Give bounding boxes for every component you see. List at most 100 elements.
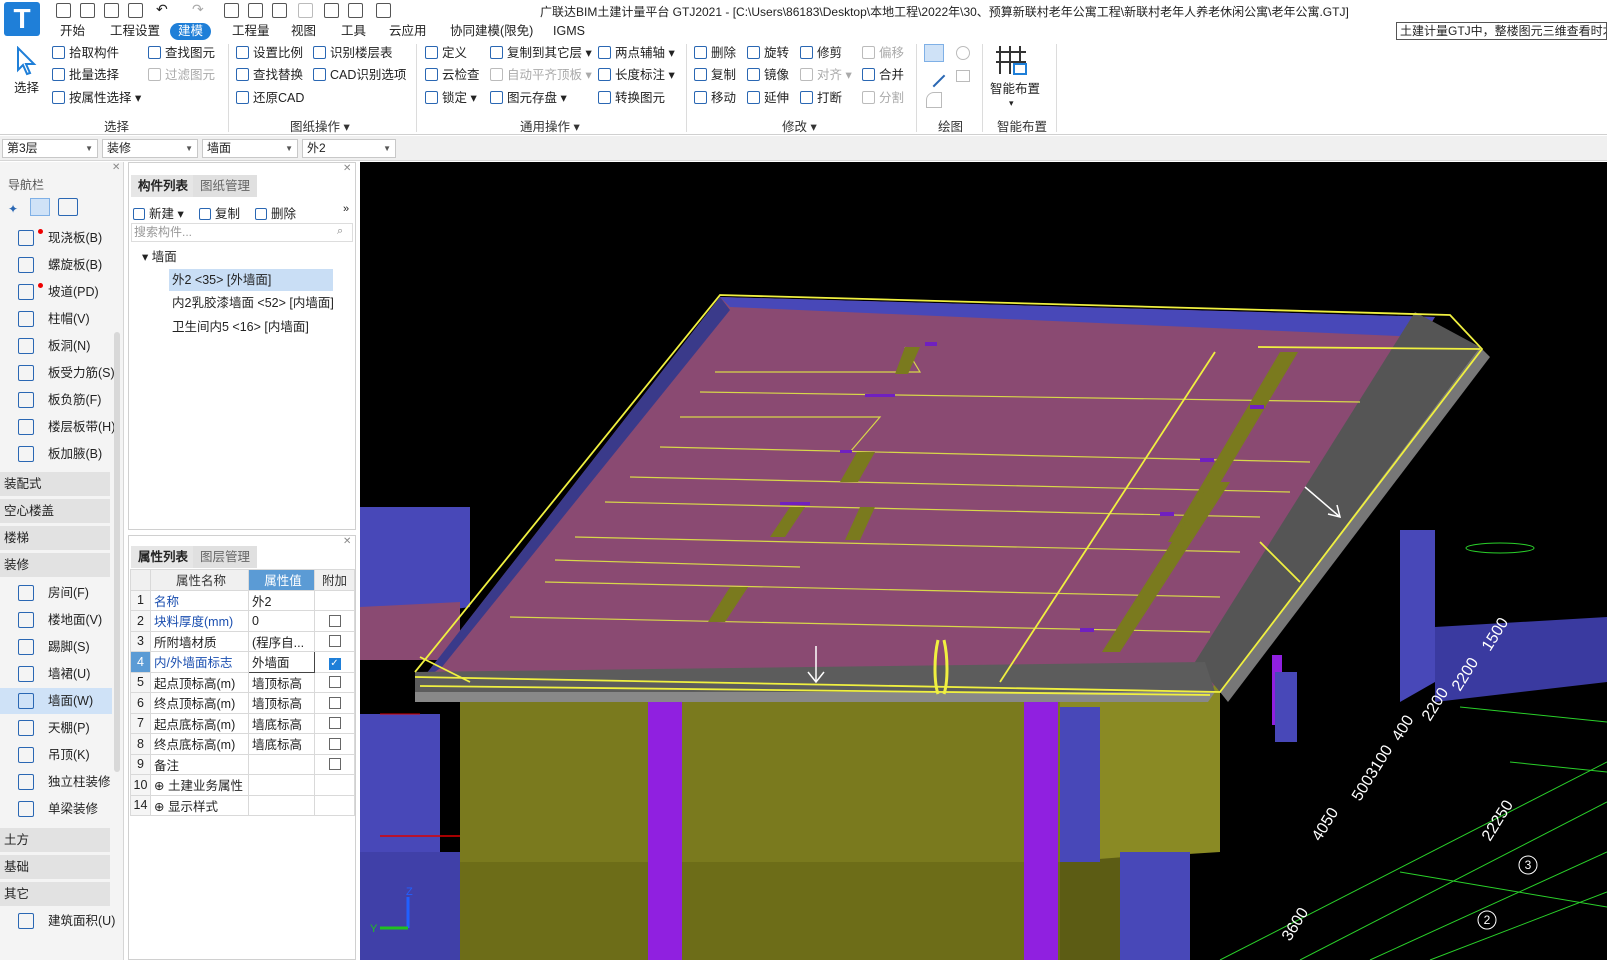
property-value[interactable] [248,794,315,816]
more-icon[interactable]: » [343,203,349,215]
menu-cloud[interactable]: 云应用 [381,23,435,40]
nav-group-prefab[interactable]: 装配式 [0,472,110,496]
menu-modeling[interactable]: 建模 [170,23,212,40]
property-row[interactable]: 7 起点底标高(m) 墙底标高 [130,712,355,734]
copy-to-floor-button[interactable]: 复制到其它层 ▾ [490,44,592,62]
tree-item-toilet5[interactable]: 卫生间内5 <16> [内墙面] [169,316,312,338]
nav-group-foundation[interactable]: 基础 [0,855,110,879]
line-draw-icon[interactable] [922,64,946,88]
batch-select-button[interactable]: 批量选择 [52,66,119,84]
circle-draw-icon[interactable] [956,46,970,60]
delete-component-button[interactable]: 删除 [255,203,296,222]
tab-property-list[interactable]: 属性列表 [131,546,196,568]
tab-drawing-manage[interactable]: 图纸管理 [193,175,258,197]
property-row[interactable]: 4 内/外墙面标志 外墙面 ✓ [130,651,355,673]
nav-item-slab-haunch[interactable]: 板加腋(B) [0,441,112,467]
nav-item-skirting[interactable]: 踢脚(S) [0,634,112,660]
property-row[interactable]: 1 名称 外2 [130,589,355,611]
tree-item-ext2[interactable]: 外2 <35> [外墙面] [169,269,333,291]
tab-layer-manage[interactable]: 图层管理 [193,546,258,568]
close-icon[interactable]: ✕ [343,536,351,547]
copy-component-button[interactable]: 复制 [199,203,240,222]
move-button[interactable]: 移动 [694,89,736,107]
tree-item-int2[interactable]: 内2乳胶漆墙面 <52> [内墙面] [169,292,337,314]
save-as-icon[interactable] [128,3,143,18]
arc-draw-icon[interactable] [926,92,942,108]
two-point-axis-button[interactable]: 两点辅轴 ▾ [598,44,675,62]
summary-icon[interactable] [272,3,287,18]
trim-button[interactable]: 修剪 [800,44,842,62]
tab-component-list[interactable]: 构件列表 [131,175,196,197]
nav-group-stairs[interactable]: 楼梯 [0,526,110,550]
calc-icon[interactable] [298,3,313,18]
chevron-down-icon[interactable]: ▾ [1009,98,1014,109]
nav-item-ceiling[interactable]: 天棚(P) [0,715,112,741]
menu-collab[interactable]: 协同建模(限免) [442,23,541,40]
select-big-icon[interactable] [12,45,42,76]
sum-icon[interactable] [224,3,239,18]
align-button[interactable]: 对齐 ▾ [800,66,852,84]
report-icon[interactable] [248,3,263,18]
extra-checkbox[interactable] [328,737,341,750]
lock-button[interactable]: 锁定 ▾ [425,89,477,107]
export-icon[interactable] [376,3,391,18]
delete-button[interactable]: 删除 [694,44,736,62]
set-scale-button[interactable]: 设置比例 [236,44,303,62]
smart-layout-button[interactable]: 智能布置 [990,80,1040,98]
pin-icon[interactable]: ✦ [8,202,18,216]
property-row[interactable]: 3 所附墙材质 (程序自... [130,630,355,652]
nav-item-column-finish[interactable]: 独立柱装修 [0,769,112,795]
open-file-icon[interactable] [80,3,95,18]
search-icon[interactable]: ⌕ [337,225,343,238]
menu-project-settings[interactable]: 工程设置 [102,23,168,40]
find-element-button[interactable]: 查找图元 [148,44,215,62]
redo-icon[interactable]: ↷ [192,1,204,18]
nav-item-neg-rebar[interactable]: 板负筋(F) [0,387,112,413]
nav-item-room[interactable]: 房间(F) [0,580,112,606]
list-view-icon[interactable] [30,198,50,216]
nav-item-slab-rebar[interactable]: 板受力筋(S) [0,360,115,386]
property-value[interactable] [248,753,315,775]
nav-item-floor[interactable]: 楼地面(V) [0,607,112,633]
nav-item-dado[interactable]: 墙裙(U) [0,661,112,687]
nav-item-spiral-slab[interactable]: 螺旋板(B) [0,252,112,278]
nav-group-earthwork[interactable]: 土方 [0,828,110,852]
nav-item-slab-hole[interactable]: 板洞(N) [0,333,112,359]
property-row[interactable]: 8 终点底标高(m) 墙底标高 [130,733,355,755]
extra-checkbox[interactable] [328,614,341,627]
property-value[interactable]: 墙顶标高 [248,671,315,693]
rotate-button[interactable]: 旋转 [747,44,789,62]
property-value[interactable]: 墙底标高 [248,712,315,734]
menu-tools[interactable]: 工具 [333,23,374,40]
extend-button[interactable]: 延伸 [747,89,789,107]
pick-component-button[interactable]: 拾取构件 [52,44,119,62]
smart-layout-icon[interactable] [996,44,1028,76]
mirror-button[interactable]: 镜像 [747,66,789,84]
property-value[interactable]: 外墙面 [248,651,315,673]
element-save-button[interactable]: 图元存盘 ▾ [490,89,567,107]
cloud-check-button[interactable]: 云检查 [425,66,480,84]
nav-group-other[interactable]: 其它 [0,882,110,906]
nav-item-suspended-ceiling[interactable]: 吊顶(K) [0,742,112,768]
extra-checkbox[interactable] [328,696,341,709]
filter-element-button[interactable]: 过滤图元 [148,66,215,84]
nav-item-wall-surface[interactable]: 墙面(W) [0,688,112,714]
extra-checkbox[interactable] [328,635,341,648]
type-select[interactable]: 墙面 ▼ [202,139,298,158]
extra-checkbox[interactable] [328,717,341,730]
3d-model-canvas[interactable]: 4050 5003100 400 2200 2200 1500 22250 36… [360,162,1607,960]
property-value[interactable] [248,774,315,796]
nav-item-cast-slab[interactable]: 现浇板(B) [0,225,112,251]
view-icon[interactable] [324,3,339,18]
nav-scrollbar[interactable] [114,332,120,772]
tree-view-icon[interactable] [58,198,78,216]
tree-root-wall-surface[interactable]: ▾ 墙面 [139,246,180,268]
menu-quantity[interactable]: 工程量 [224,23,278,40]
point-draw-icon[interactable] [924,44,944,62]
group-drawing-label[interactable]: 图纸操作 ▾ [290,116,350,135]
component-select[interactable]: 外2 ▼ [302,139,396,158]
rect-draw-icon[interactable] [956,70,970,82]
floor-select[interactable]: 第3层 ▼ [2,139,98,158]
auto-align-button[interactable]: 自动平齐顶板 ▾ [490,66,592,84]
property-value[interactable]: (程序自... [248,630,315,652]
